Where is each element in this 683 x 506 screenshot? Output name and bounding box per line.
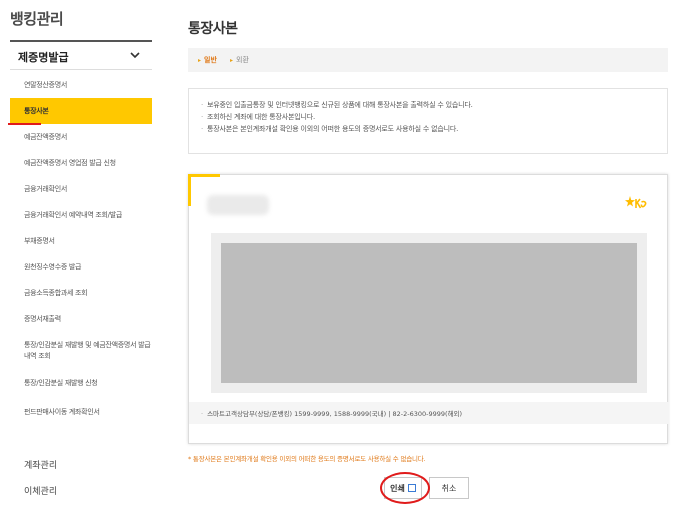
sidebar: 뱅킹관리 제증명발급 연말정산증명서 통장사본 예금잔액증명서 예금잔액증명서 … [0,0,152,506]
sidebar-item-financial-trans-cert[interactable]: 금융거래확인서 [10,176,152,202]
tab-marker-icon: ▸ [230,57,234,64]
tab-general[interactable]: ▸ 일반 [198,55,217,65]
sidebar-section-header[interactable]: 제증명발급 [10,40,152,70]
sidebar-item-financial-income-tax[interactable]: 금융소득종합과세 조회 [10,280,152,306]
tab-foreign-exchange[interactable]: ▸ 외환 [230,55,249,65]
tab-foreign-exchange-label: 외환 [236,56,249,64]
sidebar-item-account-management[interactable]: 계좌관리 [24,458,57,471]
sidebar-menu: 연말정산증명서 통장사본 예금잔액증명서 예금잔액증명서 영업점 발급 신청 금… [10,72,152,428]
sidebar-item-fund-transfer-cert[interactable]: 펀드판매사이동 계좌확인서 [10,396,110,428]
sidebar-item-passbook-copy[interactable]: 통장사본 [10,98,152,124]
sidebar-item-withholding-receipt[interactable]: 원천징수영수증 발급 [10,254,152,280]
sidebar-item-cert-reprint[interactable]: 증명서재출력 [10,306,152,332]
corner-accent [188,174,191,206]
notice-line: 보유중인 입출금통장 및 인터넷뱅킹으로 신규된 상품에 대해 통장사본을 출력… [201,99,667,111]
cancel-button[interactable]: 취소 [429,477,469,499]
main-content: 통장사본 ▸일반 ▸외환 보유중인 입출금통장 및 인터넷뱅킹으로 신규된 상품… [188,0,669,506]
tab-marker-icon: ▸ [198,57,202,64]
tab-general-label: 일반 [204,56,217,64]
redacted-text [207,195,269,215]
sidebar-item-financial-trans-reservation[interactable]: 금융거래확인서 예약내역 조회/발급 [10,202,152,228]
sidebar-item-year-end-tax[interactable]: 연말정산증명서 [10,72,152,98]
notice-line: 통장사본은 본인계좌개설 확인용 이외의 어떠한 용도의 증명서로도 사용하실 … [201,123,667,135]
sidebar-item-reissue-request[interactable]: 통장/인감분실 재발행 신청 [10,370,152,396]
notice-box: 보유중인 입출금통장 및 인터넷뱅킹으로 신규된 상품에 대해 통장사본을 출력… [188,88,668,154]
sidebar-item-deposit-balance-branch[interactable]: 예금잔액증명서 영업점 발급 신청 [10,150,152,176]
passbook-image-redacted [211,233,647,393]
sidebar-item-reissue-history[interactable]: 통장/인감분실 재발행 및 예금잔액증명서 발급내역 조회 [10,332,152,370]
tab-bar: ▸ 일반 ▸ 외환 [188,48,668,72]
sidebar-item-deposit-balance-cert[interactable]: 예금잔액증명서 [10,124,152,150]
kb-star-logo-icon [625,196,647,209]
active-item-underline [8,123,41,125]
page-title: 통장사본 [188,21,238,37]
contact-info: 스마트고객상담부(상담/폰뱅킹) 1599-9999, 1588-9999(국내… [189,402,669,424]
sidebar-item-transfer-management[interactable]: 이체관리 [24,484,57,497]
chevron-down-icon [130,52,140,59]
corner-accent [188,174,220,177]
red-circle-annotation [380,472,430,504]
sidebar-section-label: 제증명발급 [18,51,69,64]
warning-text: * 통장사본은 본인계좌개설 확인용 이외의 어떠한 용도의 증명서로도 사용하… [188,455,426,463]
sidebar-item-debt-cert[interactable]: 부채증명서 [10,228,152,254]
passbook-preview: 스마트고객상담부(상담/폰뱅킹) 1599-9999, 1588-9999(국내… [188,174,669,444]
notice-line: 조회하신 계좌에 대한 통장사본입니다. [201,111,667,123]
sidebar-title: 뱅킹관리 [10,10,64,28]
